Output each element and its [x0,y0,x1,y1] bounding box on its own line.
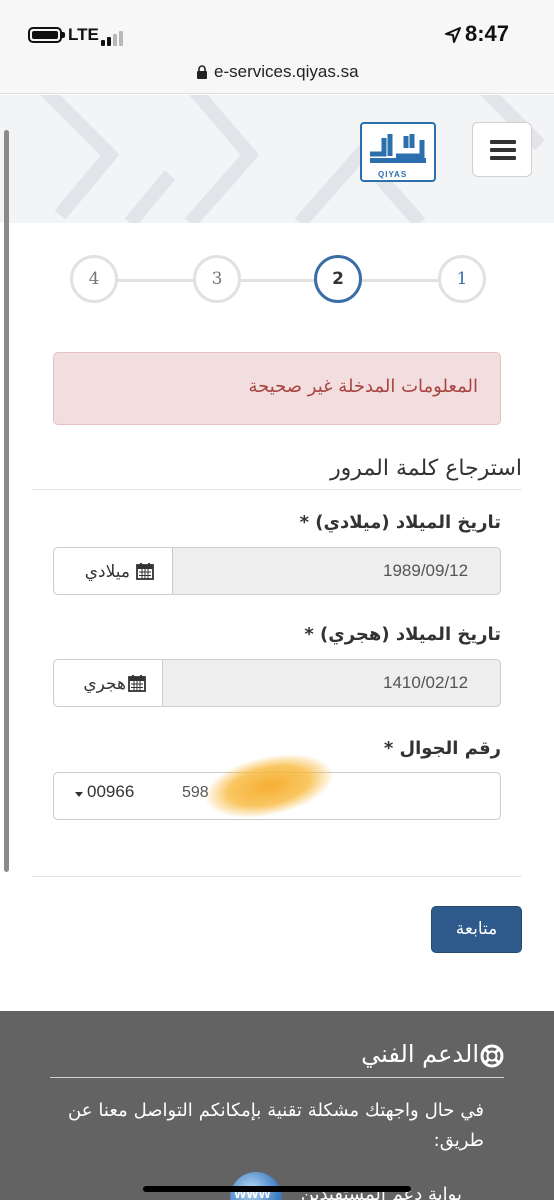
battery-icon [28,27,65,43]
step-4: 4 [70,255,118,303]
form-title: استرجاع كلمة المرور [330,456,522,481]
calendar-icon [136,563,154,580]
lock-icon [197,65,207,79]
gregorian-date-value: 1989/09/12 [383,561,469,580]
step-3: 3 [193,255,241,303]
mobile-label: رقم الجوال * [383,738,501,759]
menu-button[interactable] [472,122,532,177]
form-divider [32,876,522,877]
location-arrow-icon [445,27,461,43]
header-background-pattern [40,95,545,223]
hijri-addon-label: هجري [83,674,126,694]
gregorian-date-label: تاريخ الميلاد (ميلادي) * [299,512,501,533]
support-title: الدعم الفني [361,1040,479,1068]
hijri-date-value: 1410/02/12 [383,673,469,692]
gregorian-addon-label: ميلادي [84,562,130,582]
step-1: 1 [438,255,486,303]
address-bar[interactable]: e-services.qiyas.sa [0,56,554,94]
support-text: في حال واجهتك مشكلة تقنية بإمكانكم التوا… [68,1100,484,1151]
continue-button[interactable]: متابعة [431,906,522,953]
stepper-track [100,279,455,282]
qiyas-logo[interactable]: QIYAS [360,122,436,182]
page-scrollbar[interactable] [4,130,9,872]
error-alert: المعلومات المدخلة غير صحيحة [53,352,501,425]
hijri-calendar-button[interactable]: هجري [53,659,163,707]
clock: 8:47 [465,21,510,46]
step-2: 2 [314,255,362,303]
footer-divider [50,1077,504,1078]
network-type: LTE [68,25,99,44]
url-text[interactable]: e-services.qiyas.sa [214,62,359,82]
hamburger-icon [490,140,516,144]
signal-icon [101,30,131,46]
error-message: المعلومات المدخلة غير صحيحة [248,376,478,397]
site-header [0,95,554,223]
home-indicator[interactable] [143,1186,411,1192]
qiyas-logo-mark [370,134,426,163]
country-code-select[interactable]: 00966 [87,782,134,802]
country-code-dropdown-icon[interactable] [75,792,83,797]
lifebuoy-icon [480,1044,504,1068]
logo-text: QIYAS [378,170,408,179]
gregorian-calendar-button[interactable]: ميلادي [53,547,173,595]
calendar-icon [128,675,146,692]
hijri-date-label: تاريخ الميلاد (هجري) * [304,624,501,645]
title-divider [32,489,522,490]
status-bar: LTE 8:47 [0,0,554,56]
